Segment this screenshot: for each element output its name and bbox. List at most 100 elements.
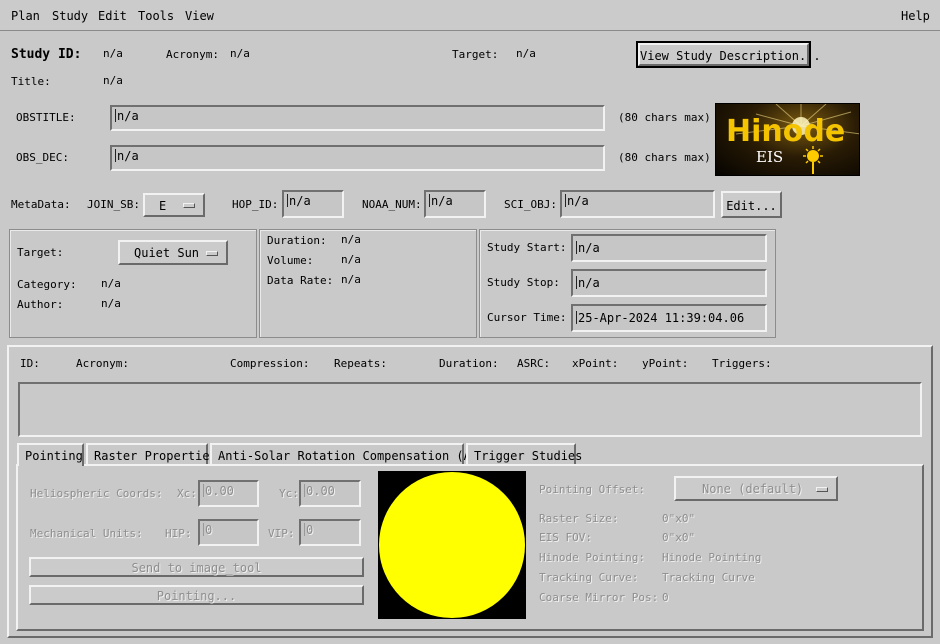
tracking-curve-label: Tracking Curve: xyxy=(539,571,639,584)
edit-metadata-button[interactable]: Edit... xyxy=(721,191,782,218)
raster-size-value: 0"x0" xyxy=(662,512,696,525)
logo-text: Hinode xyxy=(726,114,846,149)
obstitle-hint: (80 chars max) xyxy=(618,111,711,124)
hop-id-field[interactable]: n/a xyxy=(282,190,344,218)
target-dropdown[interactable]: Quiet Sun xyxy=(118,240,228,265)
view-study-description-button[interactable]: View Study Description... xyxy=(636,41,821,68)
data-rate-value: n/a xyxy=(341,273,361,286)
hip-value: 0 xyxy=(205,523,213,537)
hip-label: HIP: xyxy=(165,527,192,540)
target-label: Target: xyxy=(452,48,499,61)
join-sb-value: E xyxy=(159,199,167,213)
column-xpoint: xPoint: xyxy=(572,357,619,370)
menu-help[interactable]: Help xyxy=(901,9,930,23)
column-repeats: Repeats: xyxy=(334,357,387,370)
eis-fov-value: 0"x0" xyxy=(662,531,696,544)
sun-display[interactable] xyxy=(378,471,526,619)
obstitle-label: OBSTITLE: xyxy=(16,111,76,124)
study-stop-label: Study Stop: xyxy=(487,276,560,289)
yc-field[interactable]: 0.00 xyxy=(299,480,361,507)
hinode-pointing-value: Hinode Pointing xyxy=(662,551,762,564)
column-compression: Compression: xyxy=(230,357,310,370)
join-sb-label: JOIN_SB: xyxy=(87,198,140,211)
sun-disk-icon xyxy=(379,472,525,618)
volume-label: Volume: xyxy=(267,254,314,267)
hinode-eis-logo: Hinode EIS xyxy=(715,103,860,176)
study-list[interactable] xyxy=(18,382,922,437)
cursor-time-value: 25-Apr-2024 11:39:04.06 xyxy=(578,311,745,325)
study-stop-value: n/a xyxy=(578,276,600,290)
tab-asrc[interactable]: Anti-Solar Rotation Compensation (ASRC) xyxy=(210,443,500,465)
obstitle-field[interactable]: n/a xyxy=(110,105,605,131)
info-target-label: Target: xyxy=(17,246,64,259)
cursor-time-label: Cursor Time: xyxy=(487,311,567,324)
vip-field[interactable]: 0 xyxy=(299,519,361,546)
eis-fov-label: EIS FOV: xyxy=(539,531,592,544)
acronym-value: n/a xyxy=(230,47,250,60)
target-dropdown-value: Quiet Sun xyxy=(134,246,200,260)
tab-raster-properties[interactable]: Raster Properties xyxy=(86,443,217,465)
author-value: n/a xyxy=(101,297,121,310)
study-start-value: n/a xyxy=(578,241,600,255)
column-asrc: ASRC: xyxy=(517,357,551,370)
helio-coords-label: Heliospheric Coords: xyxy=(30,487,163,500)
tracking-curve-value: Tracking Curve xyxy=(662,571,755,584)
menu-plan[interactable]: Plan xyxy=(11,9,40,23)
cursor-time-field[interactable]: 25-Apr-2024 11:39:04.06 xyxy=(571,304,767,332)
yc-value: 0.00 xyxy=(306,484,335,498)
sci-obj-field[interactable]: n/a xyxy=(560,190,715,218)
duration-value: n/a xyxy=(341,233,361,246)
logo-subtext: EIS xyxy=(756,148,784,166)
study-stop-field[interactable]: n/a xyxy=(571,269,767,297)
noaa-num-label: NOAA_NUM: xyxy=(362,198,422,211)
sci-obj-label: SCI_OBJ: xyxy=(504,198,557,211)
join-sb-dropdown[interactable]: E xyxy=(143,193,205,217)
study-start-field[interactable]: n/a xyxy=(571,234,767,262)
noaa-num-value: n/a xyxy=(431,194,453,208)
xc-field[interactable]: 0.00 xyxy=(198,480,259,507)
menu-bar: Plan Study Edit Tools View Help xyxy=(0,0,940,31)
study-id-value: n/a xyxy=(103,47,123,60)
hinode-pointing-label: Hinode Pointing: xyxy=(539,551,645,564)
obstitle-value: n/a xyxy=(117,109,139,123)
category-value: n/a xyxy=(101,277,121,290)
category-label: Category: xyxy=(17,278,77,291)
column-duration: Duration: xyxy=(439,357,499,370)
metadata-label: MetaData: xyxy=(11,198,71,211)
dropdown-indicator-icon xyxy=(183,203,195,208)
dropdown-indicator-icon xyxy=(206,250,218,256)
hip-field[interactable]: 0 xyxy=(198,519,259,546)
xc-value: 0.00 xyxy=(205,484,234,498)
menu-view[interactable]: View xyxy=(185,9,214,23)
pointing-button[interactable]: Pointing... xyxy=(29,585,364,605)
acronym-label: Acronym: xyxy=(166,48,219,61)
menu-tools[interactable]: Tools xyxy=(138,9,174,23)
column-id: ID: xyxy=(20,357,40,370)
dropdown-indicator-icon xyxy=(816,486,828,492)
title-value: n/a xyxy=(103,74,123,87)
raster-size-label: Raster Size: xyxy=(539,512,619,525)
pointing-offset-dropdown[interactable]: None (default) xyxy=(674,476,838,501)
obsdec-hint: (80 chars max) xyxy=(618,151,711,164)
tab-pointing[interactable]: Pointing xyxy=(17,443,84,466)
obsdec-field[interactable]: n/a xyxy=(110,145,605,171)
coarse-mirror-label: Coarse Mirror Pos: xyxy=(539,591,659,604)
menu-edit[interactable]: Edit xyxy=(98,9,127,23)
noaa-num-field[interactable]: n/a xyxy=(424,190,486,218)
mechanical-units-label: Mechanical Units: xyxy=(30,527,143,540)
hop-id-value: n/a xyxy=(289,194,311,208)
obsdec-label: OBS_DEC: xyxy=(16,151,69,164)
yc-label: Yc: xyxy=(279,487,299,500)
xc-label: Xc: xyxy=(177,487,197,500)
study-id-label: Study ID: xyxy=(11,47,82,62)
hop-id-label: HOP_ID: xyxy=(232,198,279,211)
study-start-label: Study Start: xyxy=(487,241,567,254)
author-label: Author: xyxy=(17,298,64,311)
duration-label: Duration: xyxy=(267,234,327,247)
send-to-image-tool-button[interactable]: Send to image_tool xyxy=(29,557,364,577)
tab-trigger-studies[interactable]: Trigger Studies xyxy=(466,443,582,465)
title-label: Title: xyxy=(11,75,51,88)
column-ypoint: yPoint: xyxy=(642,357,689,370)
menu-study[interactable]: Study xyxy=(52,9,88,23)
vip-value: 0 xyxy=(306,523,314,537)
